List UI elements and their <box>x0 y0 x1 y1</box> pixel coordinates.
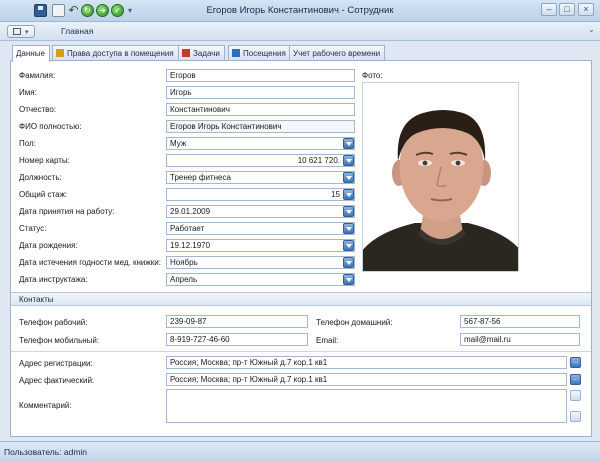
title-bar: ↶ ↻ ➜ ✓ ▾ Егоров Игорь Константинович - … <box>0 0 600 22</box>
gender-select[interactable]: Муж <box>166 137 355 150</box>
ribbon-tab-home[interactable]: Главная <box>61 26 93 36</box>
tab-access-rights[interactable]: Права доступа в помещения <box>52 45 179 61</box>
photo-label: Фото: <box>362 71 383 80</box>
scroll-up-button[interactable] <box>570 390 581 401</box>
actual-address-browse-button[interactable]: ... <box>570 374 581 385</box>
birth-date-field[interactable]: 19.12.1970 <box>166 239 355 252</box>
tab-label: Права доступа в помещения <box>67 49 174 58</box>
status-label: Статус: <box>19 224 47 233</box>
tasks-icon <box>182 49 190 57</box>
actual-address-field[interactable]: Россия; Москва; пр-т Южный д.7 кор.1 кв1 <box>166 373 567 386</box>
status-select[interactable]: Работает <box>166 222 355 235</box>
work-phone-field[interactable]: 239-09-87 <box>166 315 308 328</box>
hire-date-label: Дата принятия на работу: <box>19 207 115 216</box>
hire-date-field[interactable]: 29.01.2009 <box>166 205 355 218</box>
chevron-down-icon: ▾ <box>25 29 29 36</box>
comment-textarea[interactable] <box>166 389 567 423</box>
chevron-down-icon[interactable] <box>343 274 354 285</box>
position-label: Должность: <box>19 173 62 182</box>
full-name-field[interactable]: Егоров Игорь Константинович <box>166 120 355 133</box>
visits-icon <box>232 49 240 57</box>
contacts-section-header: Контакты <box>11 292 591 306</box>
experience-label: Общий стаж: <box>19 190 68 199</box>
employee-portrait <box>363 83 518 271</box>
chevron-down-icon[interactable] <box>343 240 354 251</box>
chevron-down-icon[interactable] <box>343 223 354 234</box>
window-title: Егоров Игорь Константинович - Сотрудник <box>206 5 394 16</box>
chevron-down-icon[interactable] <box>343 257 354 268</box>
close-button[interactable]: × <box>578 3 594 16</box>
card-number-field[interactable]: 10 621 720. <box>166 154 355 167</box>
birth-date-label: Дата рождения: <box>19 241 78 250</box>
ribbon-expand-icon[interactable]: ⌄ <box>588 25 595 34</box>
last-name-field[interactable]: Егоров <box>166 69 355 82</box>
status-bar: Пользователь: admin <box>0 441 600 462</box>
chevron-down-icon[interactable] <box>343 172 354 183</box>
tab-label: Учет рабочего времени <box>293 49 381 58</box>
tab-data[interactable]: Данные <box>12 45 50 62</box>
ribbon: ▾ Главная ⌄ <box>0 22 600 41</box>
registration-address-field[interactable]: Россия; Москва; пр-т Южный д.7 кор.1 кв1 <box>166 356 567 369</box>
first-name-label: Имя: <box>19 88 37 97</box>
home-phone-label: Телефон домашний: <box>316 318 393 327</box>
divider <box>11 351 591 352</box>
chevron-down-icon[interactable] <box>343 189 354 200</box>
app-menu-button[interactable]: ▾ <box>7 25 35 38</box>
briefing-date-select[interactable]: Апрель <box>166 273 355 286</box>
tab-visits[interactable]: Посещения <box>228 45 291 61</box>
tab-work-time[interactable]: Учет рабочего времени <box>289 45 386 61</box>
actual-address-label: Адрес фактический: <box>19 376 95 385</box>
comment-label: Комментарий: <box>19 401 72 410</box>
last-name-label: Фамилия: <box>19 71 56 80</box>
full-name-label: ФИО полностью: <box>19 122 82 131</box>
key-icon <box>56 49 64 57</box>
work-phone-label: Телефон рабочий: <box>19 318 88 327</box>
mobile-phone-label: Телефон мобильный: <box>19 336 100 345</box>
registration-address-browse-button[interactable]: ... <box>570 357 581 368</box>
briefing-date-label: Дата инструктажа: <box>19 275 88 284</box>
position-select[interactable]: Тренер фитнеса <box>166 171 355 184</box>
gender-label: Пол: <box>19 139 36 148</box>
card-number-label: Номер карты: <box>19 156 70 165</box>
status-bar-user: Пользователь: admin <box>4 447 88 457</box>
tab-tasks[interactable]: Задачи <box>178 45 225 61</box>
minimize-button[interactable]: – <box>541 3 557 16</box>
mobile-phone-field[interactable]: 8-919-727-46-60 <box>166 333 308 346</box>
maximize-button[interactable]: □ <box>559 3 575 16</box>
tab-label: Данные <box>16 49 45 58</box>
patronymic-field[interactable]: Константинович <box>166 103 355 116</box>
chevron-down-icon[interactable] <box>343 138 354 149</box>
email-field[interactable]: mail@mail.ru <box>460 333 580 346</box>
registration-address-label: Адрес регистрации: <box>19 359 93 368</box>
tab-label: Посещения <box>243 49 286 58</box>
med-book-expiry-label: Дата истечения годности мед. книжки: <box>19 258 161 267</box>
patronymic-label: Отчество: <box>19 105 56 114</box>
chevron-down-icon[interactable] <box>343 155 354 166</box>
home-phone-field[interactable]: 567-87-56 <box>460 315 580 328</box>
first-name-field[interactable]: Игорь <box>166 86 355 99</box>
tab-label: Задачи <box>193 49 220 58</box>
app-menu-icon <box>13 28 21 35</box>
med-book-expiry-select[interactable]: Ноябрь <box>166 256 355 269</box>
email-label: Email: <box>316 336 339 345</box>
chevron-down-icon[interactable] <box>343 206 354 217</box>
experience-field[interactable]: 15 <box>166 188 355 201</box>
contacts-section-title: Контакты <box>19 295 54 304</box>
scroll-down-button[interactable] <box>570 411 581 422</box>
employee-photo[interactable] <box>362 82 519 272</box>
